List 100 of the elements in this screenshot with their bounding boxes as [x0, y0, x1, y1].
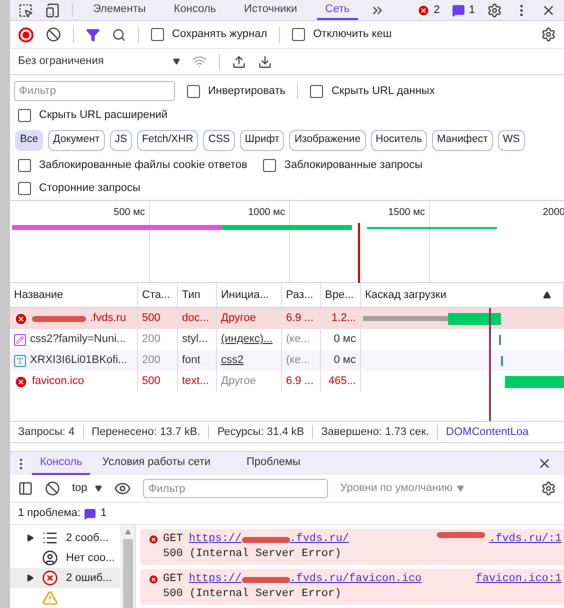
panel-tab[interactable]: Консоль	[166, 0, 224, 20]
clear-icon[interactable]	[45, 481, 60, 496]
error-text: 500 (Internal Server Error)	[163, 587, 342, 602]
expand-icon[interactable]	[26, 574, 34, 582]
panel-tab[interactable]: Элементы	[85, 0, 154, 20]
sort-icon[interactable]	[543, 291, 551, 299]
initiator-link[interactable]: (индекс)...	[221, 331, 273, 348]
status-text: Перенесено: 13.7 kB.	[92, 424, 200, 440]
type-filter-chip[interactable]: WS	[498, 130, 525, 150]
source-link[interactable]: favicon.ico:1	[476, 572, 562, 587]
error-icon	[148, 574, 159, 585]
issue-icon[interactable]	[84, 508, 96, 520]
sidebar-item[interactable]: 2 сооб...	[10, 528, 120, 548]
drawer-tab[interactable]: Консоль	[32, 452, 90, 475]
type-filter-chip[interactable]: JS	[110, 130, 132, 150]
checkbox[interactable]	[18, 158, 31, 172]
request-url-link[interactable]: https:// .fvds.ru/	[188, 532, 350, 547]
checkbox-label: Отключить кеш	[313, 27, 392, 42]
settings-icon[interactable]	[487, 2, 502, 18]
panel-tab[interactable]: Источники	[236, 0, 306, 20]
request-row[interactable]: XRXI3I6Li01BKofi... 200 font css2 (ке... 0 мс	[10, 350, 564, 371]
context-dropdown[interactable]: top	[72, 480, 102, 497]
eye-icon[interactable]	[114, 480, 132, 497]
filter-field[interactable]: Фильтр	[143, 479, 328, 498]
sidebar-label: 2 ошиб...	[66, 570, 112, 586]
checkbox-label: Инвертировать	[208, 84, 286, 99]
table-cell-text: 500	[142, 311, 160, 326]
type-filter-chip[interactable]: Документ	[48, 130, 105, 150]
checkbox[interactable]	[151, 28, 164, 41]
levels-dropdown[interactable]: Уровни по умолчанию	[340, 480, 464, 497]
source-link[interactable]: .fvds.ru/:1	[489, 532, 562, 547]
stylesheet-icon	[14, 334, 26, 346]
column-header[interactable]: Каскад загрузки	[365, 286, 446, 304]
type-filter-chip[interactable]: Носитель	[370, 130, 427, 150]
request-row[interactable]: .fvds.ru 500 doc... Другое 6.9 ... 1.2...	[10, 308, 564, 329]
table-cell-text: .fvds.ru	[90, 311, 126, 326]
checkbox[interactable]	[187, 84, 200, 98]
download-icon[interactable]	[258, 54, 272, 68]
settings-icon[interactable]	[541, 481, 556, 496]
sidebar-toggle-icon[interactable]	[18, 481, 33, 496]
type-filter-chip[interactable]: Манифест	[432, 130, 493, 150]
drawer-tab[interactable]: Проблемы	[238, 452, 308, 475]
column-header[interactable]: Тип	[182, 286, 200, 304]
close-icon[interactable]	[537, 456, 552, 471]
error-icon	[148, 534, 159, 545]
record-icon[interactable]	[18, 26, 34, 42]
column-header[interactable]: Вре...	[325, 286, 354, 304]
table-cell-text: 200	[142, 332, 160, 348]
table-cell-text: 1.2...	[332, 311, 356, 326]
checkbox[interactable]	[18, 108, 31, 122]
column-header[interactable]: Раз...	[286, 286, 314, 304]
panel-tab[interactable]: Сеть	[317, 0, 358, 20]
column-header[interactable]: Инициа...	[221, 286, 269, 304]
settings-icon[interactable]	[541, 27, 556, 42]
expand-icon[interactable]	[26, 534, 34, 542]
error-icon	[14, 374, 28, 388]
issue-icon	[452, 4, 465, 16]
issue-count: 1	[468, 2, 475, 18]
filter-field[interactable]: Фильтр	[14, 81, 175, 101]
error-icon	[14, 312, 28, 326]
checkbox[interactable]	[310, 84, 324, 98]
initiator-link[interactable]: css2	[221, 352, 244, 369]
table-cell-text: 200	[142, 353, 160, 368]
column-header[interactable]: Название	[14, 286, 64, 304]
table-cell-text: (ке...	[286, 332, 310, 348]
column-header[interactable]: Ста...	[142, 286, 170, 304]
checkbox-label: Скрыть URL данных	[331, 84, 435, 99]
error-icon	[42, 570, 58, 586]
table-cell-text: 500	[142, 374, 160, 390]
table-cell-text: 6.9 ...	[286, 311, 314, 326]
inspect-icon[interactable]	[18, 2, 33, 18]
sidebar-item[interactable]: 2 ошиб...	[10, 568, 120, 588]
table-cell-text: Другое	[221, 374, 256, 390]
filter-icon[interactable]	[86, 28, 100, 42]
type-filter-chip[interactable]: Fetch/XHR	[136, 130, 198, 150]
table-cell-text: 0 мс	[334, 353, 356, 368]
error-icon	[416, 4, 430, 16]
request-url-link[interactable]: https:// .fvds.ru/favicon.ico	[188, 572, 422, 587]
device-toolbar-icon[interactable]	[45, 2, 60, 18]
type-filter-chip[interactable]: CSS	[203, 130, 235, 150]
scrollbar-thumb[interactable]	[122, 539, 132, 608]
status-text[interactable]: DOMContentLoa	[446, 424, 529, 440]
checkbox[interactable]	[18, 182, 31, 195]
issue-count: 1	[100, 506, 107, 522]
font-icon	[14, 354, 26, 366]
table-cell-text: styl...	[182, 332, 208, 348]
type-filter-chip[interactable]: Изображение	[289, 130, 366, 150]
drawer-tab[interactable]: Условия работы сети	[94, 452, 219, 475]
type-filter-chip[interactable]: Все	[15, 130, 44, 150]
throttling-dropdown[interactable]: Без ограничения	[18, 53, 180, 70]
caret-icon	[456, 485, 464, 492]
checkbox[interactable]	[263, 158, 276, 172]
clear-icon[interactable]	[46, 27, 61, 42]
type-filter-chip[interactable]: Шрифт	[240, 130, 284, 150]
checkbox-label: Сохранять журнал	[172, 27, 268, 42]
upload-icon[interactable]	[232, 54, 246, 68]
sidebar-item[interactable]: Нет соо...	[10, 548, 120, 568]
checkbox-label: Сторонние запросы	[39, 181, 140, 196]
checkbox[interactable]	[292, 28, 306, 41]
search-icon[interactable]	[112, 28, 126, 42]
